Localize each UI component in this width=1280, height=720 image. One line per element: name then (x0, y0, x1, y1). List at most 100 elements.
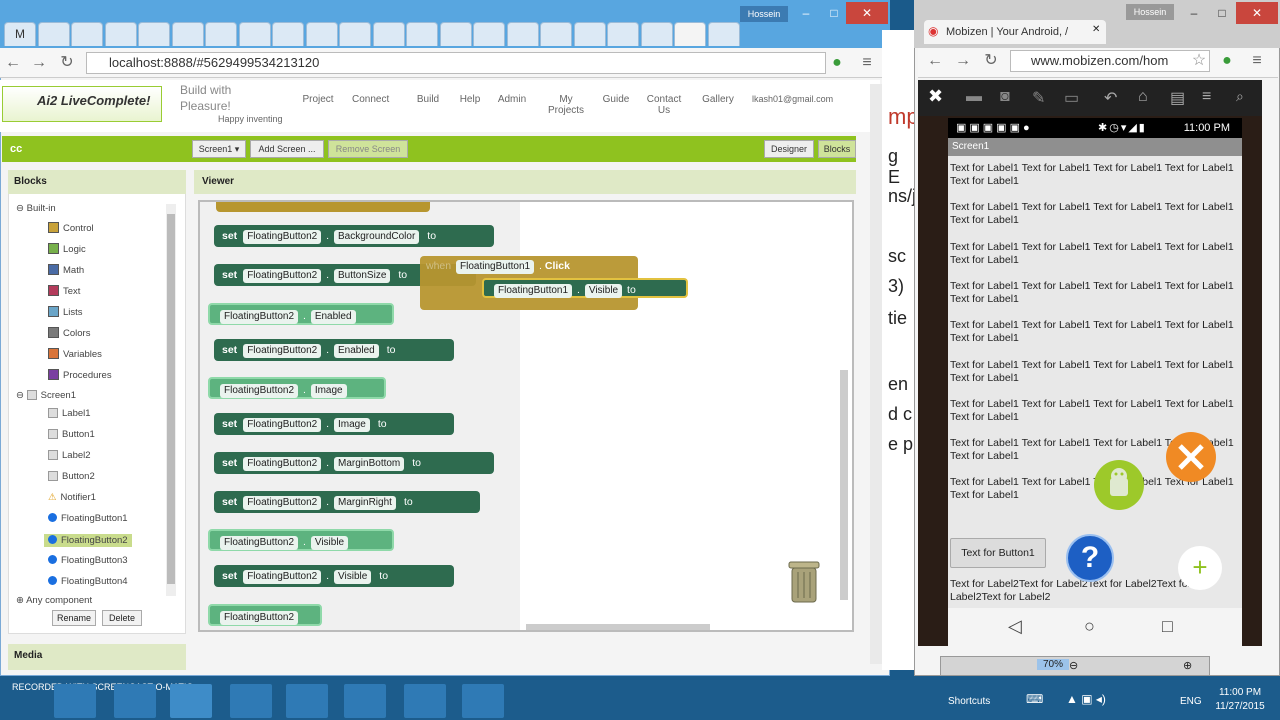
property-dropdown[interactable]: ButtonSize (334, 269, 391, 283)
nav-back-icon[interactable]: ◁ (1008, 616, 1022, 637)
component-button2[interactable]: Button2 (48, 471, 95, 482)
block-set-marginbottom[interactable]: set FloatingButton2 . MarginBottom to (214, 452, 494, 474)
component-dropdown[interactable]: FloatingButton2 (220, 611, 299, 625)
browser-tab[interactable] (272, 22, 304, 46)
builtin-lists[interactable]: Lists (48, 306, 83, 318)
screen-node[interactable]: ⊖ Screen1 (16, 390, 76, 401)
menu-guide[interactable]: Guide (598, 94, 634, 105)
block-set-image[interactable]: set FloatingButton2 . Image to (214, 413, 454, 435)
component-dropdown[interactable]: FloatingButton2 (220, 384, 299, 398)
event-set-property[interactable]: Visible (584, 284, 623, 298)
trash-icon[interactable] (784, 556, 824, 606)
block-get-image[interactable]: FloatingButton2 . Image (208, 377, 386, 399)
block-set-backgroundcolor[interactable]: set FloatingButton2 . BackgroundColor to (214, 225, 494, 247)
component-label2[interactable]: Label2 (48, 450, 91, 461)
reload-icon[interactable]: ↻ (980, 50, 1002, 72)
event-set-component[interactable]: FloatingButton1 (494, 284, 573, 298)
help-icon[interactable]: ? (1066, 534, 1114, 582)
component-floatingbutton4[interactable]: FloatingButton4 (48, 576, 128, 587)
browser-tab[interactable] (138, 22, 170, 46)
page-scrollbar[interactable] (870, 84, 882, 664)
browser-tab[interactable] (707, 22, 740, 46)
tree-scrollbar[interactable] (166, 204, 176, 596)
component-dropdown[interactable]: FloatingButton2 (220, 310, 299, 324)
partial-block[interactable] (216, 202, 430, 212)
builtin-node[interactable]: ⊖ Built-in (16, 203, 56, 214)
component-dropdown[interactable]: FloatingButton2 (243, 457, 322, 471)
zoom-level[interactable]: 70% (1037, 659, 1070, 670)
nav-recent-icon[interactable]: □ (1162, 616, 1173, 637)
property-dropdown[interactable]: Enabled (310, 310, 356, 324)
delete-button[interactable]: Delete (102, 610, 142, 626)
taskbar-chrome[interactable] (170, 684, 212, 718)
component-dropdown[interactable]: FloatingButton2 (243, 269, 322, 283)
taskbar-app-2[interactable] (114, 684, 156, 718)
back-icon[interactable]: ← (924, 50, 946, 72)
remove-screen-button[interactable]: Remove Screen (328, 140, 408, 158)
block-get-visible[interactable]: FloatingButton2 . Visible (208, 529, 394, 551)
browser-tab[interactable] (439, 22, 472, 46)
mobizen-tab[interactable]: Mobizen | Your Android, / (924, 20, 1106, 44)
builtin-text[interactable]: Text (48, 285, 80, 297)
close-button[interactable]: ✕ (1236, 2, 1278, 24)
close-icon[interactable]: ✖ (928, 86, 943, 107)
property-dropdown[interactable]: Image (310, 384, 347, 398)
taskbar-app-7[interactable] (404, 684, 446, 718)
keyboard-icon[interactable]: ▭ (1064, 88, 1079, 108)
taskbar-app-6[interactable] (344, 684, 386, 718)
menu-connect[interactable]: Connect (352, 94, 389, 105)
forward-icon[interactable]: → (28, 52, 50, 74)
screen-select[interactable]: Screen1 ▾ (192, 140, 246, 158)
browser-tab[interactable] (640, 22, 673, 46)
workspace-hscroll[interactable] (526, 624, 710, 630)
minimize-button[interactable]: – (1180, 2, 1208, 24)
browser-tab[interactable] (573, 22, 606, 46)
property-dropdown[interactable]: Visible (310, 536, 349, 550)
component-dropdown[interactable]: FloatingButton2 (243, 496, 322, 510)
app-button1[interactable]: Text for Button1 (950, 538, 1046, 568)
component-notifier1[interactable]: ⚠ Notifier1 (48, 492, 96, 503)
component-floatingbutton3[interactable]: FloatingButton3 (48, 555, 128, 566)
component-floatingbutton2[interactable]: FloatingButton2 (44, 534, 132, 547)
profile-chip[interactable]: Hossein (740, 6, 788, 22)
profile-chip-right[interactable]: Hossein (1126, 4, 1174, 20)
builtin-logic[interactable]: Logic (48, 243, 86, 255)
video-icon[interactable]: ▬ (966, 88, 982, 106)
menu-icon[interactable]: ≡ (1246, 50, 1268, 72)
forward-icon[interactable]: → (952, 50, 974, 72)
search-icon[interactable]: ⌕ (1236, 88, 1244, 105)
browser-tab[interactable] (506, 22, 539, 46)
zoom-in-icon[interactable]: ⊕ (1183, 659, 1192, 672)
property-dropdown[interactable]: Enabled (334, 344, 379, 358)
workspace-vscroll[interactable] (840, 370, 848, 600)
browser-tab[interactable] (339, 22, 371, 46)
close-button[interactable]: ✕ (846, 2, 888, 24)
home-icon[interactable]: ⌂ (1138, 88, 1148, 106)
block-set-enabled[interactable]: set FloatingButton2 . Enabled to (214, 339, 454, 361)
browser-tab[interactable] (406, 22, 438, 46)
property-dropdown[interactable]: Visible (334, 570, 372, 584)
menu-project[interactable]: Project (300, 94, 336, 105)
maximize-button[interactable]: □ (1208, 2, 1236, 24)
browser-tab[interactable] (205, 22, 237, 46)
browser-tab[interactable] (674, 22, 706, 46)
browser-tab[interactable] (372, 22, 405, 46)
component-dropdown[interactable]: FloatingButton2 (243, 418, 322, 432)
taskbar-app-8[interactable] (462, 684, 504, 718)
menu-my-projects[interactable]: My Projects (546, 94, 586, 116)
builtin-colors[interactable]: Colors (48, 327, 90, 339)
builtin-procedures[interactable]: Procedures (48, 369, 112, 381)
tray-icons[interactable]: ▲ ▣ ◂) (1066, 692, 1106, 706)
property-dropdown[interactable]: BackgroundColor (334, 230, 420, 244)
star-icon[interactable]: ☆ (1188, 50, 1210, 72)
recent-icon[interactable]: ▤ (1170, 88, 1185, 108)
nav-home-icon[interactable]: ○ (1084, 616, 1095, 637)
property-dropdown[interactable]: Image (334, 418, 370, 432)
undo-icon[interactable]: ↶ (1104, 88, 1117, 108)
browser-tab[interactable] (305, 22, 338, 46)
taskbar-clock[interactable]: 11:00 PM 11/27/2015 (1208, 686, 1272, 714)
builtin-math[interactable]: Math (48, 264, 84, 276)
taskbar-app-1[interactable] (54, 684, 96, 718)
menu-gallery[interactable]: Gallery (700, 94, 736, 105)
block-set-visible[interactable]: set FloatingButton2 . Visible to (214, 565, 454, 587)
